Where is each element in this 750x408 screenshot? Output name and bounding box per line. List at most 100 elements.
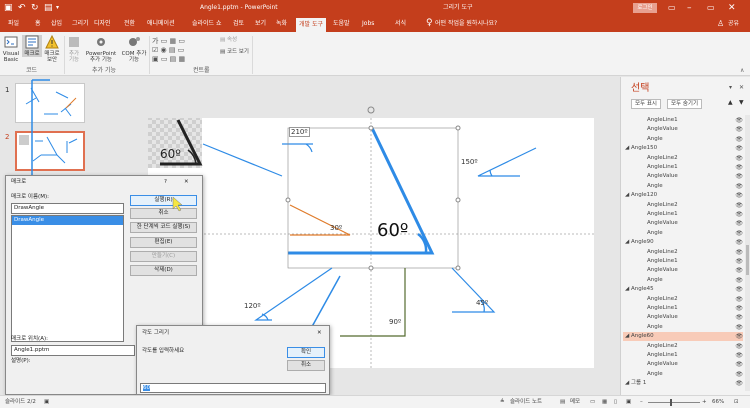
fit-slide-icon[interactable]: ⊡ <box>734 396 739 408</box>
pane-options-icon[interactable]: ▾ <box>729 84 732 91</box>
comments-button[interactable]: 메모 <box>570 396 580 408</box>
visibility-eye-icon[interactable]: 👁 <box>735 238 743 247</box>
angle-label-60[interactable]: 60º <box>377 221 408 241</box>
selection-item[interactable]: Angle 👁 <box>623 323 743 332</box>
macro-list[interactable]: DrawAngle <box>11 215 124 342</box>
visibility-eye-icon[interactable]: 👁 <box>735 229 743 238</box>
expand-group-icon[interactable]: ◢ <box>625 379 629 388</box>
selection-item[interactable]: AngleLine2 👁 <box>623 342 743 351</box>
visibility-eye-icon[interactable]: 👁 <box>735 163 743 172</box>
selection-item[interactable]: 그룹 1 ◢ 👁 <box>623 379 743 388</box>
selection-item[interactable]: Angle 👁 <box>623 182 743 191</box>
expand-group-icon[interactable]: ◢ <box>625 191 629 200</box>
selection-item[interactable]: Angle 👁 <box>623 276 743 285</box>
visibility-eye-icon[interactable]: 👁 <box>735 182 743 191</box>
macro-location-select[interactable]: Angle1.pptm <box>11 345 135 356</box>
step-into-button[interactable]: 한 단계씩 코드 실행(S) <box>130 222 197 233</box>
macro-list-item[interactable]: DrawAngle <box>12 216 123 225</box>
selection-item[interactable]: Angle90 ◢ 👁 <box>623 238 743 247</box>
macro-name-input[interactable]: DrawAngle <box>11 203 124 214</box>
angle-value-input[interactable]: 60 <box>140 383 326 393</box>
selection-item[interactable]: AngleValue 👁 <box>623 266 743 275</box>
zoom-level[interactable]: 66% <box>712 396 724 408</box>
visibility-eye-icon[interactable]: 👁 <box>735 266 743 275</box>
selection-item[interactable]: Angle 👁 <box>623 370 743 379</box>
edit-button[interactable]: 편집(E) <box>130 237 197 248</box>
visibility-eye-icon[interactable]: 👁 <box>735 219 743 228</box>
visibility-eye-icon[interactable]: 👁 <box>735 191 743 200</box>
visibility-eye-icon[interactable]: 👁 <box>735 135 743 144</box>
visibility-eye-icon[interactable]: 👁 <box>735 201 743 210</box>
visibility-eye-icon[interactable]: 👁 <box>735 379 743 388</box>
selection-item[interactable]: AngleValue 👁 <box>623 172 743 181</box>
reading-view-icon[interactable]: ▯ <box>614 396 617 408</box>
visibility-eye-icon[interactable]: 👁 <box>735 116 743 125</box>
visibility-eye-icon[interactable]: 👁 <box>735 257 743 266</box>
hide-all-button[interactable]: 모두 숨기기 <box>667 99 703 109</box>
angle-dialog-close-icon[interactable]: ✕ <box>317 330 322 337</box>
selection-item[interactable]: AngleLine1 👁 <box>623 210 743 219</box>
visibility-eye-icon[interactable]: 👁 <box>735 351 743 360</box>
selection-item[interactable]: AngleValue 👁 <box>623 360 743 369</box>
help-icon[interactable]: ? <box>164 179 167 186</box>
selection-item[interactable]: AngleLine2 👁 <box>623 295 743 304</box>
selection-item[interactable]: Angle 👁 <box>623 135 743 144</box>
visibility-eye-icon[interactable]: 👁 <box>735 210 743 219</box>
visibility-eye-icon[interactable]: 👁 <box>735 285 743 294</box>
expand-group-icon[interactable]: ◢ <box>625 332 629 341</box>
zoom-out-icon[interactable]: – <box>640 396 643 408</box>
visibility-eye-icon[interactable]: 👁 <box>735 332 743 341</box>
rotate-handle[interactable] <box>367 106 375 114</box>
visibility-eye-icon[interactable]: 👁 <box>735 370 743 379</box>
angle-label-150[interactable]: 150º <box>461 158 478 166</box>
zoom-slider[interactable] <box>648 402 700 403</box>
visibility-eye-icon[interactable]: 👁 <box>735 172 743 181</box>
selection-item[interactable]: AngleLine2 👁 <box>623 248 743 257</box>
angle-label-30[interactable]: 30º <box>330 224 342 232</box>
expand-group-icon[interactable]: ◢ <box>625 144 629 153</box>
visibility-eye-icon[interactable]: 👁 <box>735 323 743 332</box>
selection-frame[interactable] <box>287 127 459 269</box>
selection-item[interactable]: Angle60 ◢ 👁 <box>623 332 743 342</box>
expand-group-icon[interactable]: ◢ <box>625 285 629 294</box>
spelling-icon[interactable]: ▣ <box>44 396 49 408</box>
visibility-eye-icon[interactable]: 👁 <box>735 125 743 134</box>
selection-item[interactable]: AngleValue 👁 <box>623 219 743 228</box>
selection-item[interactable]: AngleLine1 👁 <box>623 304 743 313</box>
selection-item[interactable]: Angle 👁 <box>623 229 743 238</box>
selection-item[interactable]: AngleLine1 👁 <box>623 163 743 172</box>
selection-item[interactable]: Angle150 ◢ 👁 <box>623 144 743 153</box>
bring-forward-icon[interactable]: ▲ <box>728 99 733 106</box>
visibility-eye-icon[interactable]: 👁 <box>735 276 743 285</box>
angle-cancel-button[interactable]: 취소 <box>287 360 325 371</box>
send-backward-icon[interactable]: ▼ <box>739 99 744 106</box>
selection-item[interactable]: AngleValue 👁 <box>623 125 743 134</box>
selection-item[interactable]: AngleLine1 👁 <box>623 257 743 266</box>
show-all-button[interactable]: 모두 표시 <box>631 99 661 109</box>
close-icon[interactable]: ✕ <box>184 179 189 186</box>
selection-item[interactable]: AngleLine2 👁 <box>623 201 743 210</box>
expand-group-icon[interactable]: ◢ <box>625 238 629 247</box>
angle-label-45[interactable]: 45º <box>476 299 488 307</box>
slideshow-view-icon[interactable]: ▣ <box>626 396 631 408</box>
visibility-eye-icon[interactable]: 👁 <box>735 360 743 369</box>
comments-icon[interactable]: ▤ <box>560 396 565 408</box>
selection-item[interactable]: AngleValue 👁 <box>623 313 743 322</box>
selection-scrollbar[interactable] <box>745 115 750 391</box>
selection-item[interactable]: Angle45 ◢ 👁 <box>623 285 743 294</box>
visibility-eye-icon[interactable]: 👁 <box>735 313 743 322</box>
angle-label-90[interactable]: 90º <box>389 318 401 326</box>
ok-button[interactable]: 확인 <box>287 347 325 358</box>
cancel-button[interactable]: 취소 <box>130 208 197 219</box>
create-button[interactable]: 만들기(C) <box>130 251 197 262</box>
visibility-eye-icon[interactable]: 👁 <box>735 144 743 153</box>
angle-label-210[interactable]: 210º <box>289 127 310 137</box>
delete-button[interactable]: 삭제(D) <box>130 265 197 276</box>
selection-item[interactable]: AngleLine1 👁 <box>623 351 743 360</box>
selection-item[interactable]: Angle120 ◢ 👁 <box>623 191 743 200</box>
slide-sorter-icon[interactable]: ▦ <box>602 396 607 408</box>
zoom-in-icon[interactable]: + <box>702 396 707 408</box>
pane-close-icon[interactable]: ✕ <box>739 84 744 91</box>
angle-label-120[interactable]: 120º <box>244 302 261 310</box>
run-button[interactable]: 실행(R) <box>130 195 197 206</box>
